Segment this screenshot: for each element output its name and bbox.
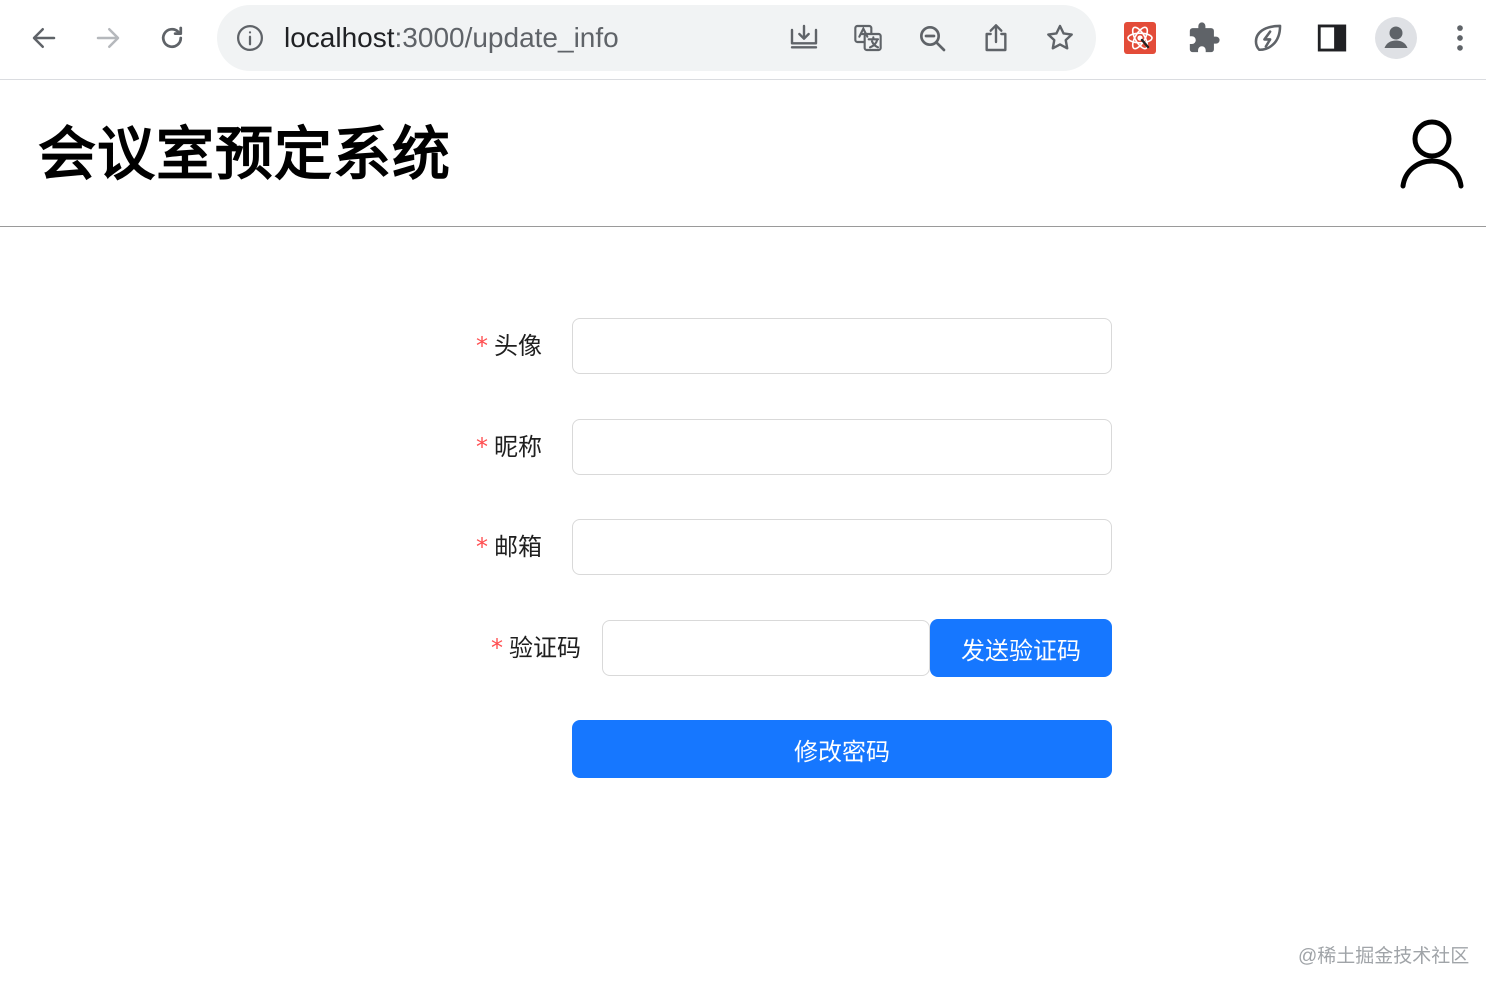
email-label: * 邮箱 [476, 519, 542, 576]
url-text[interactable]: localhost:3000/update_info [284, 21, 619, 55]
required-mark: * [476, 533, 488, 561]
required-mark: * [476, 332, 488, 360]
forward-button[interactable] [84, 14, 132, 62]
address-bar[interactable]: localhost:3000/update_info [217, 5, 1096, 71]
bookmark-button[interactable] [1043, 21, 1077, 55]
nickname-label: * 昵称 [476, 419, 542, 476]
browser-toolbar: localhost:3000/update_info [0, 0, 1486, 80]
watermark: @稀土掘金技术社区 [1298, 946, 1470, 967]
captcha-label: * 验证码 [491, 620, 581, 677]
translate-icon [854, 24, 882, 52]
leaf-extension[interactable] [1248, 18, 1288, 58]
reload-button[interactable] [148, 14, 196, 62]
extensions-puzzle-icon [1189, 22, 1220, 53]
side-panel-icon [1317, 24, 1347, 52]
back-button[interactable] [20, 14, 68, 62]
user-outline-icon[interactable] [1398, 117, 1466, 189]
captcha-input[interactable] [602, 620, 930, 676]
translate-button[interactable] [851, 21, 885, 55]
captcha-label-text: 验证码 [509, 635, 581, 662]
avatar-label-text: 头像 [494, 333, 542, 360]
nickname-label-text: 昵称 [494, 434, 542, 461]
send-captcha-button[interactable]: 发送验证码 [930, 619, 1112, 677]
required-mark: * [476, 433, 488, 461]
url-path: :3000/update_info [394, 22, 619, 53]
arrow-left-icon [32, 28, 56, 48]
side-panel-button[interactable] [1312, 18, 1352, 58]
install-app-button[interactable] [787, 21, 821, 55]
menu-kebab-icon [1457, 25, 1463, 51]
zoom-button[interactable] [915, 21, 949, 55]
app-title[interactable]: 会议室预定系统 [38, 119, 451, 191]
reload-icon [161, 26, 183, 49]
react-devtools-icon [1124, 22, 1156, 54]
share-button[interactable] [979, 21, 1013, 55]
avatar-label: * 头像 [476, 318, 542, 375]
profile-avatar-icon [1375, 17, 1417, 59]
leaf-bolt-icon [1254, 24, 1282, 52]
profile-button[interactable] [1374, 16, 1418, 60]
app-header: 会议室预定系统 [0, 81, 1486, 227]
nickname-input[interactable] [572, 419, 1112, 475]
avatar-input[interactable] [572, 318, 1112, 374]
required-mark: * [491, 634, 503, 662]
react-devtools-extension[interactable] [1120, 18, 1160, 58]
url-host: localhost [284, 22, 395, 53]
share-icon [985, 24, 1007, 52]
email-label-text: 邮箱 [494, 534, 542, 561]
site-info-icon[interactable] [235, 23, 265, 53]
bookmark-star-icon [1047, 24, 1073, 50]
email-input[interactable] [572, 519, 1112, 575]
submit-button[interactable]: 修改密码 [572, 720, 1112, 778]
arrow-right-icon [96, 28, 120, 48]
zoom-out-icon [920, 26, 946, 52]
browser-menu-button[interactable] [1440, 18, 1480, 58]
install-icon [790, 24, 818, 49]
extensions-button[interactable] [1184, 18, 1224, 58]
